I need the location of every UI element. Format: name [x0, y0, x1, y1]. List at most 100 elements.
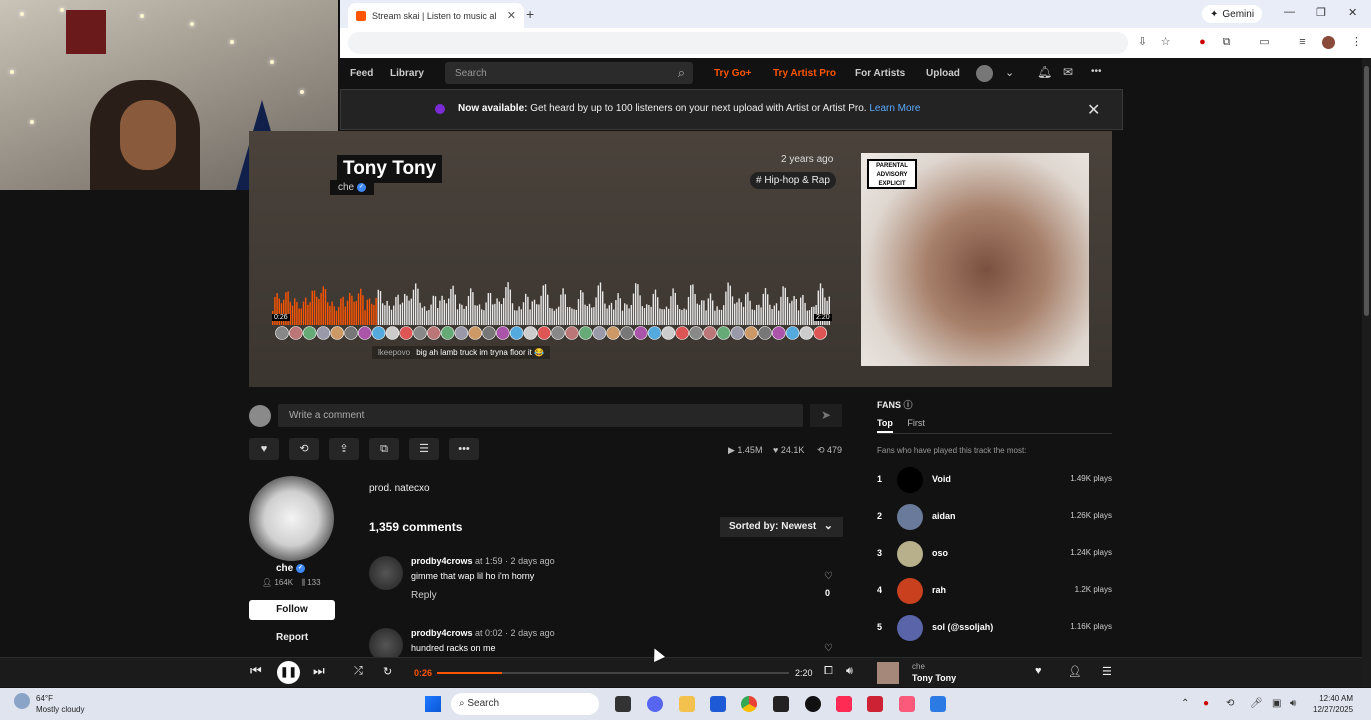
- waveform-commenter-avatar[interactable]: [330, 326, 344, 340]
- fan-row[interactable]: 3 oso 1.24K plays: [877, 541, 1112, 567]
- user-avatar[interactable]: [976, 65, 993, 82]
- cast-icon[interactable]: ⧠: [824, 665, 833, 678]
- try-go-plus-link[interactable]: Try Go+: [714, 68, 752, 79]
- tray-sync-icon[interactable]: ⟲: [1226, 698, 1234, 709]
- previous-track-icon[interactable]: ⏮︎: [250, 663, 262, 679]
- comment-like-icon[interactable]: ♡: [824, 571, 833, 582]
- fan-name[interactable]: aidan: [932, 511, 956, 521]
- bookmark-star-icon[interactable]: ☆: [1159, 36, 1172, 49]
- fan-row[interactable]: 5 sol (@ssoljah) 1.16K plays: [877, 615, 1112, 641]
- install-app-icon[interactable]: ⇩: [1136, 36, 1149, 49]
- waveform-commenter-avatar[interactable]: [702, 326, 717, 340]
- windows-start-icon[interactable]: [425, 696, 441, 712]
- discord-app-icon[interactable]: [647, 696, 663, 712]
- sort-dropdown[interactable]: Sorted by: Newest ⌄: [720, 517, 843, 537]
- waveform-commenter-avatar[interactable]: [302, 326, 317, 340]
- next-track-icon[interactable]: ⏭︎: [313, 663, 325, 679]
- network-icon[interactable]: ▣: [1272, 698, 1281, 709]
- report-button[interactable]: Report: [276, 632, 308, 643]
- waveform-commenter-avatar[interactable]: [661, 326, 676, 340]
- waveform-commenter-avatar[interactable]: [275, 326, 289, 340]
- waveform-commenter-avatar[interactable]: [633, 326, 648, 340]
- learn-more-link[interactable]: Learn More: [869, 103, 920, 114]
- copy-link-button[interactable]: ⧉: [369, 438, 399, 460]
- page-scrollbar[interactable]: [1362, 58, 1371, 687]
- try-artist-pro-link[interactable]: Try Artist Pro: [773, 68, 836, 79]
- gemini-button[interactable]: ✦ Gemini: [1202, 5, 1263, 23]
- waveform-commenter-avatar[interactable]: [578, 326, 593, 340]
- tiktok-app-icon[interactable]: [836, 696, 852, 712]
- waveform-commenter-avatar[interactable]: [592, 326, 607, 340]
- artist-avatar[interactable]: [249, 476, 334, 561]
- waveform-commenter-avatar[interactable]: [316, 326, 331, 340]
- profile-avatar[interactable]: [1322, 36, 1335, 49]
- reply-button[interactable]: Reply: [411, 590, 437, 601]
- search-icon[interactable]: ⌕: [678, 65, 685, 81]
- banner-close-icon[interactable]: ✕: [1087, 100, 1100, 120]
- browser-tab[interactable]: Stream skai | Listen to music al ✕: [348, 3, 524, 28]
- fan-avatar[interactable]: [897, 578, 923, 604]
- comment-input[interactable]: Write a comment: [278, 404, 803, 427]
- file-explorer-icon[interactable]: [679, 696, 695, 712]
- fan-name[interactable]: oso: [932, 548, 948, 558]
- track-artist[interactable]: che ✓: [330, 180, 374, 195]
- for-artists-link[interactable]: For Artists: [855, 68, 905, 79]
- fan-row[interactable]: 1 Void 1.49K plays: [877, 467, 1112, 493]
- recording-app-icon[interactable]: [805, 696, 821, 712]
- waveform-commenter-avatar[interactable]: [799, 326, 814, 340]
- waveform-commenter-avatar[interactable]: [399, 326, 413, 340]
- waveform-commenter-avatar[interactable]: [689, 326, 703, 340]
- fan-name[interactable]: rah: [932, 585, 946, 595]
- waveform-commenter-avatar[interactable]: [716, 326, 731, 340]
- waveform-commenter-avatar[interactable]: [371, 326, 386, 340]
- shuffle-icon[interactable]: ⤮: [354, 665, 363, 678]
- commenter-avatar[interactable]: [369, 556, 403, 590]
- waveform-commenter-avatar[interactable]: [385, 326, 400, 340]
- fan-avatar[interactable]: [897, 467, 923, 493]
- waveform-commenter-avatar[interactable]: [675, 326, 690, 340]
- fan-row[interactable]: 4 rah 1.2K plays: [877, 578, 1112, 604]
- microphone-icon[interactable]: 🎤︎: [1250, 698, 1263, 709]
- chrome-app-icon[interactable]: [741, 696, 757, 712]
- commenter-avatar[interactable]: [369, 628, 403, 657]
- nav-feed[interactable]: Feed: [350, 68, 373, 79]
- waveform-commenter-avatar[interactable]: [482, 326, 496, 340]
- text-app-icon[interactable]: [867, 696, 883, 712]
- add-to-next-up-button[interactable]: ☰: [409, 438, 439, 460]
- comment-user[interactable]: prodby4crows: [411, 628, 473, 638]
- terminal-app-icon[interactable]: [615, 696, 631, 712]
- waveform-commenter-avatar[interactable]: [758, 326, 772, 340]
- tab-top[interactable]: Top: [877, 418, 893, 433]
- fan-avatar[interactable]: [897, 504, 923, 530]
- minimize-button[interactable]: —: [1284, 6, 1295, 18]
- tab-close-icon[interactable]: ✕: [507, 9, 516, 22]
- waveform-commenter-avatar[interactable]: [813, 326, 828, 340]
- waveform-commenter-avatar[interactable]: [413, 326, 427, 340]
- waveform-commenter-avatar[interactable]: [344, 326, 358, 340]
- browser-menu-icon[interactable]: ⋮: [1350, 36, 1363, 49]
- chevron-down-icon[interactable]: ⌄: [1005, 66, 1014, 79]
- scrollbar-thumb[interactable]: [1364, 66, 1369, 316]
- info-icon[interactable]: ⓘ: [904, 400, 913, 410]
- more-menu-icon[interactable]: •••: [1091, 66, 1102, 77]
- waveform-commenter-avatar[interactable]: [440, 326, 455, 340]
- tracks-count[interactable]: 133: [307, 578, 320, 587]
- now-playing-title[interactable]: Tony Tony: [912, 673, 956, 683]
- now-playing-artwork[interactable]: [877, 662, 899, 684]
- tray-overflow-icon[interactable]: ⌃: [1181, 698, 1189, 709]
- now-playing-artist[interactable]: che: [912, 662, 925, 671]
- close-window-button[interactable]: ✕: [1348, 6, 1357, 19]
- waveform-commenter-avatar[interactable]: [551, 326, 565, 340]
- waveform-commenter-avatar[interactable]: [730, 326, 745, 340]
- waveform-commenter-avatar[interactable]: [468, 326, 482, 340]
- more-actions-button[interactable]: •••: [449, 438, 479, 460]
- media-control-icon[interactable]: ≡: [1296, 36, 1309, 49]
- fan-avatar[interactable]: [897, 615, 923, 641]
- follow-user-icon[interactable]: 👤︎: [1068, 665, 1082, 678]
- volume-tray-icon[interactable]: 🔊︎: [1290, 698, 1296, 709]
- comment-timestamp[interactable]: 1:59: [485, 556, 503, 566]
- itunes-app-icon[interactable]: [899, 696, 915, 712]
- genre-tag[interactable]: # Hip-hop & Rap: [750, 172, 836, 189]
- fan-name[interactable]: sol (@ssoljah): [932, 622, 993, 632]
- like-button[interactable]: ♥: [249, 438, 279, 460]
